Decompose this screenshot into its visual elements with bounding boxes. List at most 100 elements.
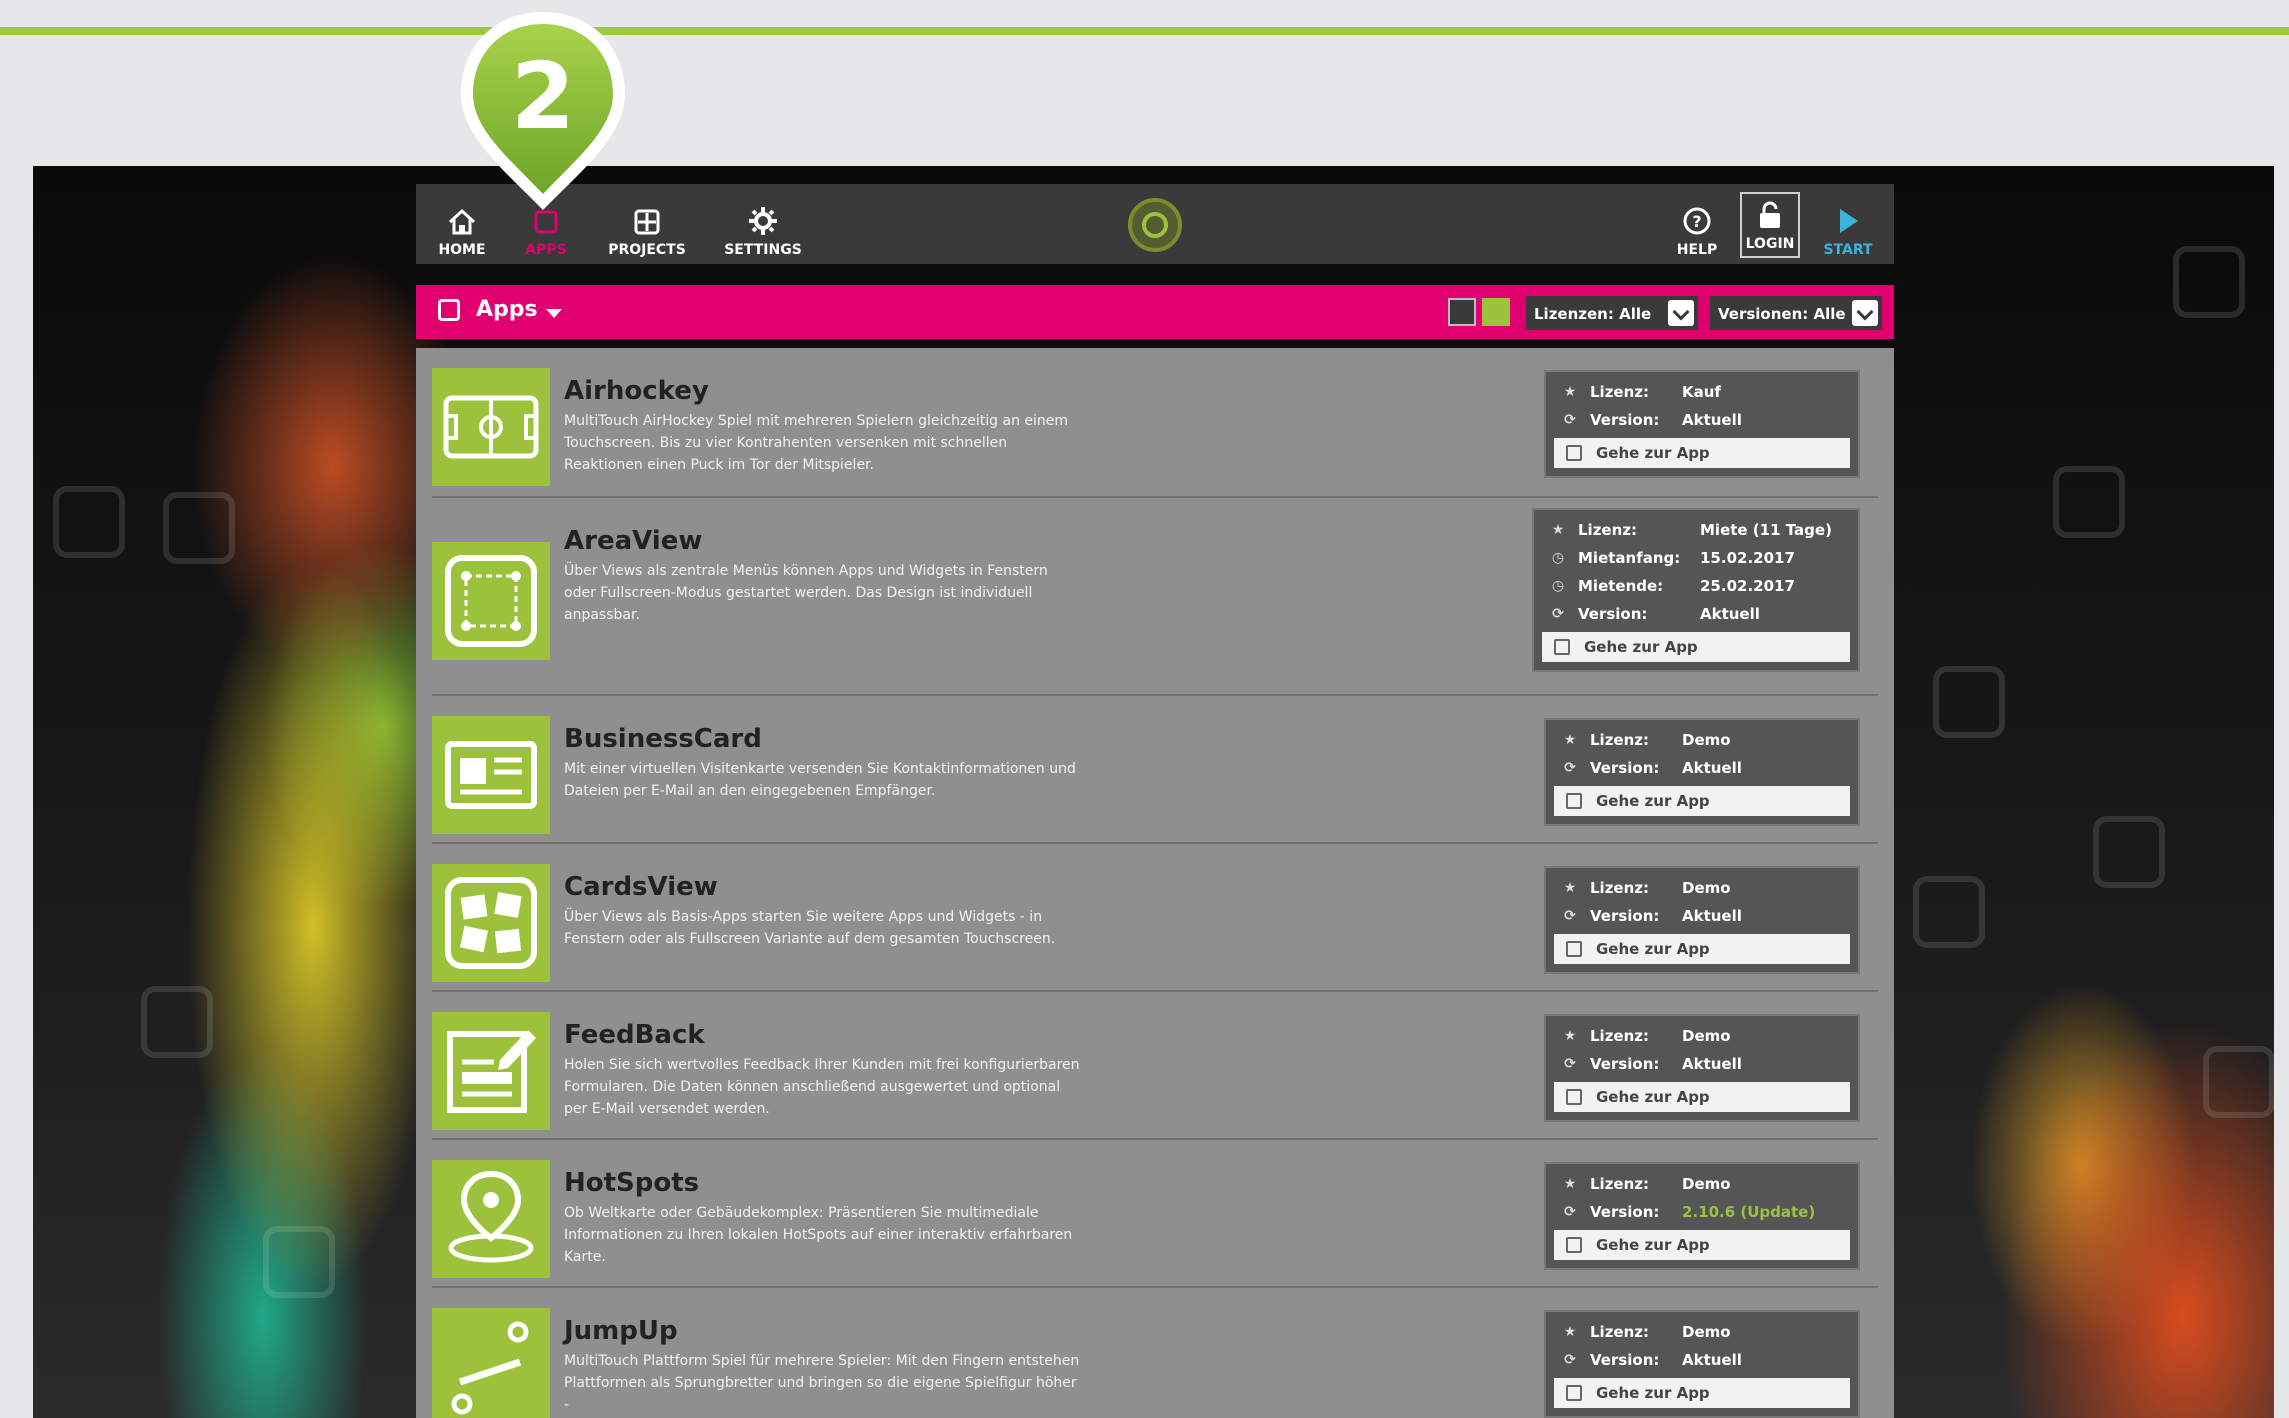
app-name: CardsView [564,872,718,902]
app-license-panel: ★ Lizenz: Kauf ⟳ Version: Aktuell Gehe zur A… [1544,370,1860,478]
goto-app-label: Gehe zur App [1596,444,1710,462]
app-small-icon [1566,1385,1582,1401]
app-window: HOME APPS PROJECTS SETTINGS ? HELP LOGIN… [416,184,1894,1418]
license-label: Lizenz: [1590,1175,1650,1193]
goto-app-button[interactable]: Gehe zur App [1554,1378,1850,1408]
chevron-down-icon [1668,300,1694,326]
refresh-icon: ⟳ [1564,1352,1576,1368]
decorative-tile-icon [2173,246,2245,318]
chevron-down-icon [1852,300,1878,326]
goto-app-button[interactable]: Gehe zur App [1554,1082,1850,1112]
decorative-tile-icon [163,492,235,564]
lock-icon [1760,201,1780,228]
goto-app-button[interactable]: Gehe zur App [1542,632,1850,662]
app-name: Airhockey [564,376,709,406]
chevron-down-icon[interactable] [546,309,562,318]
nav-settings-label: SETTINGS [724,242,802,258]
app-name: AreaView [564,526,703,556]
app-small-icon [1554,639,1570,655]
goto-app-button[interactable]: Gehe zur App [1554,934,1850,964]
decorative-tile-icon [1933,666,2005,738]
nav-login[interactable]: LOGIN [1740,192,1800,258]
nav-help-label: HELP [1676,242,1718,258]
version-value: Aktuell [1682,1351,1742,1369]
license-value: Demo [1682,1323,1731,1341]
app-small-icon [1566,445,1582,461]
play-icon [1840,209,1858,233]
decorative-tile-icon [141,986,213,1058]
gear-icon [749,207,777,235]
refresh-icon: ⟳ [1564,760,1576,776]
goto-app-label: Gehe zur App [1596,1236,1710,1254]
goto-app-button[interactable]: Gehe zur App [1554,438,1850,468]
nav-start-label: START [1823,242,1873,258]
nav-help[interactable]: ? HELP [1672,196,1722,258]
nav-start[interactable]: START [1820,196,1876,258]
decorative-tile-icon [2203,1046,2274,1118]
nav-home-label: HOME [438,242,486,258]
version-value: Aktuell [1682,759,1742,777]
license-label: Lizenz: [1590,731,1650,749]
grid-view-button[interactable] [1448,298,1476,326]
app-description: Mit einer virtuellen Visitenkarte versen… [564,761,1076,799]
goto-app-label: Gehe zur App [1596,1384,1710,1402]
app-description: Über Views als zentrale Menüs können App… [564,563,1048,623]
version-value: Aktuell [1682,411,1742,429]
clock-icon: ◷ [1551,578,1565,594]
nav-settings[interactable]: SETTINGS [718,196,808,258]
decorative-tile-icon [2053,466,2125,538]
version-update-value[interactable]: 2.10.6 (Update) [1682,1203,1815,1221]
apps-section-bar: Apps Lizenzen: Alle Versionen: Alle [416,285,1894,339]
list-item: JumpUp MultiTouch Plattform Spiel für me… [432,1288,1878,1418]
app-description: Holen Sie sich wertvolles Feedback Ihrer… [564,1057,1080,1117]
list-item: Airhockey MultiTouch AirHockey Spiel mit… [432,348,1878,498]
top-navigation: HOME APPS PROJECTS SETTINGS ? HELP LOGIN… [416,184,1894,264]
version-value: Aktuell [1682,907,1742,925]
decorative-tile-icon [263,1226,335,1298]
app-description: Ob Weltkarte oder Gebäudekomplex: Präsen… [564,1205,1073,1265]
version-label: Version: [1578,605,1648,623]
version-label: Version: [1590,411,1660,429]
list-item: CardsView Über Views als Basis-Apps star… [432,844,1878,992]
app-license-panel: ★ Lizenz: Demo ⟳ Version: 2.10.6 (Update) Ge… [1544,1162,1860,1270]
app-name: HotSpots [564,1168,700,1198]
version-filter-select[interactable]: Versionen: Alle [1710,296,1882,330]
feedback-app-icon [432,1012,550,1130]
license-filter-select[interactable]: Lizenzen: Alle [1526,296,1698,330]
list-view-button[interactable] [1482,298,1510,326]
star-icon: ★ [1563,880,1577,896]
brand-logo-icon [1128,198,1182,252]
top-accent-line [0,27,2289,35]
license-value: Demo [1682,1175,1731,1193]
license-label: Lizenz: [1590,383,1650,401]
goto-app-button[interactable]: Gehe zur App [1554,1230,1850,1260]
hotspots-app-icon [432,1160,550,1278]
nav-login-label: LOGIN [1745,236,1795,252]
license-value: Kauf [1682,383,1721,401]
airhockey-app-icon [432,368,550,486]
jumpup-app-icon [432,1308,550,1418]
version-label: Version: [1590,1351,1660,1369]
goto-app-button[interactable]: Gehe zur App [1554,786,1850,816]
license-label: Lizenz: [1590,1323,1650,1341]
rent-start-value: 15.02.2017 [1700,549,1795,567]
version-label: Version: [1590,759,1660,777]
star-icon: ★ [1563,732,1577,748]
license-value: Demo [1682,879,1731,897]
clock-icon: ◷ [1551,550,1565,566]
rent-start-label: Mietanfang: [1578,549,1681,567]
apps-section-title[interactable]: Apps [476,297,538,322]
list-item: BusinessCard Mit einer virtuellen Visite… [432,696,1878,844]
license-value: Miete (11 Tage) [1700,521,1832,539]
goto-app-label: Gehe zur App [1584,638,1698,656]
businesscard-app-icon [432,716,550,834]
list-item: HotSpots Ob Weltkarte oder Gebäudekomple… [432,1140,1878,1288]
license-label: Lizenz: [1590,879,1650,897]
refresh-icon: ⟳ [1564,1056,1576,1072]
app-name: FeedBack [564,1020,705,1050]
app-license-panel: ★ Lizenz: Demo ⟳ Version: Aktuell Gehe zur A… [1544,866,1860,974]
step-number: 2 [511,43,575,150]
rent-end-label: Mietende: [1578,577,1664,595]
license-label: Lizenz: [1590,1027,1650,1045]
nav-apps-label: APPS [525,242,567,258]
